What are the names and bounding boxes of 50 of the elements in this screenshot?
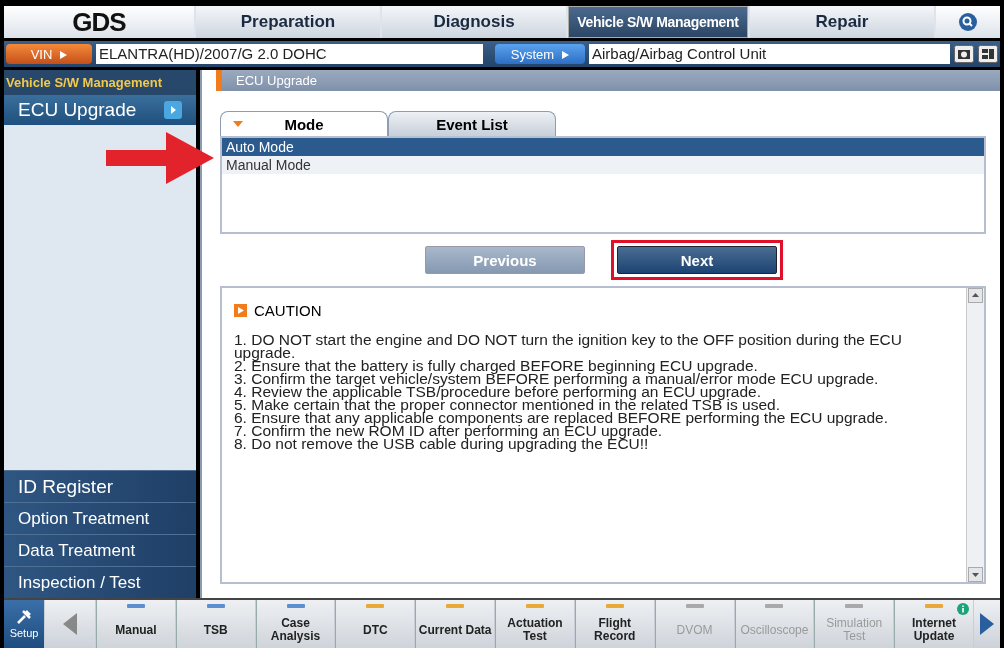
system-button[interactable]: System [495, 44, 585, 64]
toolbar-button[interactable]: Internet Update [894, 600, 973, 648]
setup-button[interactable]: Setup [4, 600, 44, 648]
sidebar-item[interactable]: ID Register [4, 470, 196, 502]
toolbar-button[interactable]: Flight Record [574, 600, 654, 648]
mode-option[interactable]: Auto Mode [222, 138, 984, 156]
nav-tab[interactable]: Diagnosis [382, 6, 566, 38]
search-icon[interactable] [958, 12, 978, 32]
nav-tab[interactable]: Preparation [196, 6, 380, 38]
window-icon[interactable] [978, 45, 998, 63]
sidebar-item[interactable]: Option Treatment [4, 502, 196, 534]
caution-line: 1. DO NOT start the engine and DO NOT turn the ignition key to the OFF position during the ECU upgrade. [234, 333, 903, 359]
play-icon [164, 101, 182, 119]
scroll-up-icon[interactable] [968, 288, 983, 303]
play-icon [234, 304, 247, 317]
pointer-arrow-icon [106, 130, 216, 186]
toolbar-button[interactable]: Current Data [415, 600, 495, 648]
nav-tab[interactable]: Repair [750, 6, 934, 38]
tab[interactable]: Mode [220, 111, 388, 136]
sidebar-item[interactable]: ECU Upgrade [4, 95, 196, 125]
scrollbar[interactable] [966, 288, 984, 582]
system-field[interactable]: Airbag/Airbag Control Unit [589, 44, 950, 64]
sidebar-item[interactable]: Inspection / Test [4, 566, 196, 598]
left-arrow-icon [63, 613, 77, 635]
toolbar-button[interactable]: TSB [175, 600, 255, 648]
vehicle-field[interactable]: ELANTRA(HD)/2007/G 2.0 DOHC [96, 44, 483, 64]
nav-tab[interactable]: Vehicle S/W Management [568, 6, 748, 38]
caret-icon [233, 121, 243, 127]
info-icon [956, 603, 969, 615]
camera-icon[interactable] [954, 45, 974, 63]
tab[interactable]: Event List [388, 111, 556, 136]
scroll-right-button[interactable] [973, 600, 1000, 648]
toolbar-button[interactable]: Actuation Test [495, 600, 574, 648]
scroll-left-button[interactable] [45, 600, 95, 648]
caution-line: 6. Ensure that any applicable components are replaced BEFORE performing the ECU upgrade. [234, 411, 889, 424]
sidebar-title: Vehicle S/W Management [4, 70, 196, 95]
scroll-down-icon[interactable] [968, 567, 983, 582]
caution-line: 4. Review the applicable TSB/procedure before performing an ECU upgrade. [234, 385, 761, 398]
play-icon [60, 50, 68, 59]
toolbar-button[interactable]: Manual [96, 600, 175, 648]
breadcrumb: ECU Upgrade [216, 70, 1000, 91]
tools-icon [16, 609, 32, 625]
play-icon [562, 50, 570, 59]
caution-title: CAUTION [254, 302, 322, 319]
right-arrow-icon [979, 613, 994, 635]
mode-option[interactable]: Manual Mode [222, 156, 984, 174]
toolbar-button[interactable]: DTC [335, 600, 415, 648]
toolbar-button[interactable]: Case Analysis [255, 600, 335, 648]
nav-button[interactable]: Next [617, 246, 777, 274]
sidebar-item[interactable]: Data Treatment [4, 534, 196, 566]
